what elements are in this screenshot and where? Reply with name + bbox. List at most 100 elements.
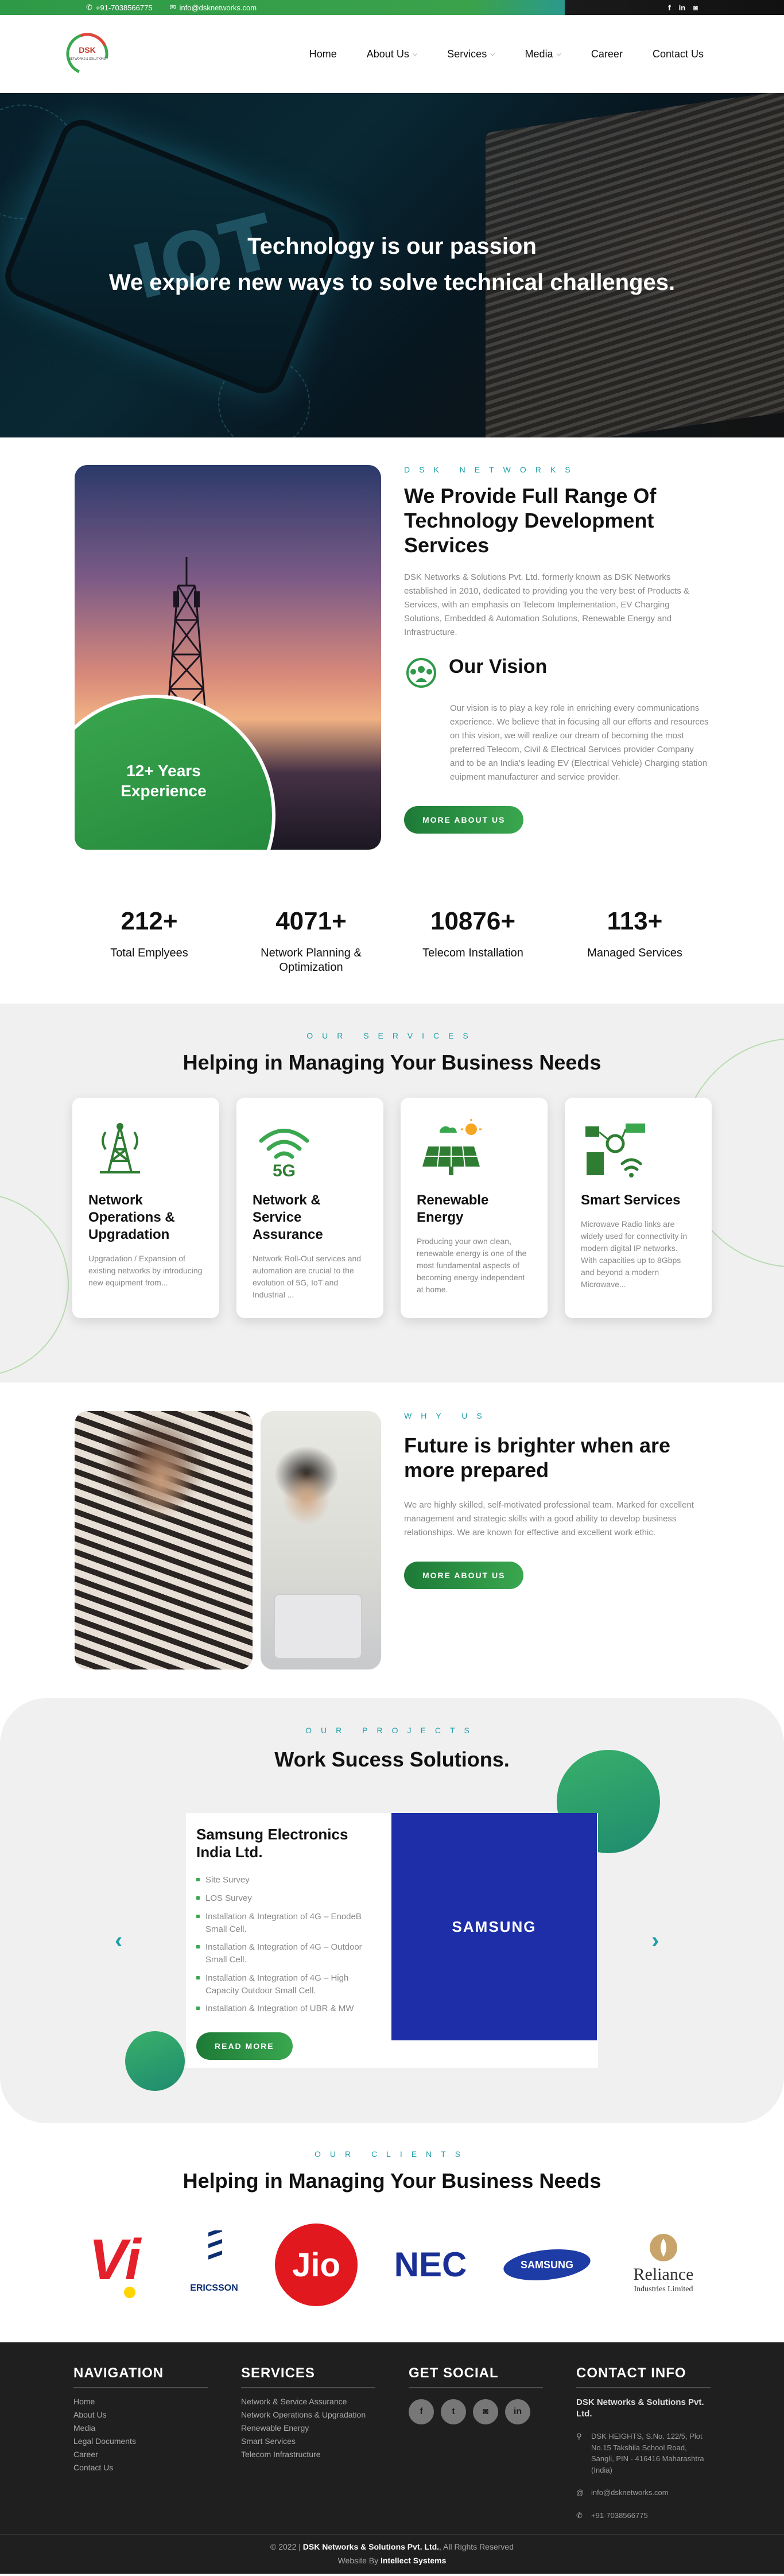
service-card[interactable]: Network Operations & Upgradation Upgrada… (72, 1098, 219, 1318)
stat-employees: 212+ Total Emplyees (80, 907, 218, 975)
footer-copyright: © 2022 | DSK Networks & Solutions Pvt. L… (0, 2534, 784, 2568)
website-by-company[interactable]: Intellect Systems (381, 2556, 446, 2565)
service-card[interactable]: 5G Network & Service Assurance Network R… (236, 1098, 383, 1318)
why-us-text: We are highly skilled, self-motivated pr… (404, 1500, 694, 1538)
svg-text:5G: 5G (273, 1161, 296, 1180)
project-list: Site Survey LOS Survey Installation & In… (196, 1874, 382, 2015)
svg-text:Industries Limited: Industries Limited (634, 2285, 693, 2294)
stat-number: 4071+ (275, 907, 347, 935)
footer-link-legal[interactable]: Legal Documents (73, 2436, 208, 2446)
footer-contact-title: CONTACT INFO (576, 2365, 711, 2388)
instagram-icon[interactable]: ◙ (693, 3, 698, 12)
nav-about-us[interactable]: About Us ⌵ (367, 48, 417, 60)
experience-badge-text: 12+ Years Experience (121, 762, 207, 800)
nav-media-label: Media (525, 48, 553, 60)
more-about-us-button[interactable]: MORE ABOUT US (404, 805, 524, 834)
nav-media[interactable]: Media ⌵ (525, 48, 561, 60)
nav-home[interactable]: Home (309, 48, 337, 60)
vision-team-icon (406, 657, 436, 688)
why-us-title: Future is brighter when are more prepare… (404, 1434, 671, 1482)
vision-title: Our Vision (449, 655, 548, 677)
nav-contact-us[interactable]: Contact Us (653, 48, 704, 60)
svg-text:ERICSSON: ERICSSON (190, 2283, 238, 2293)
why-us-photo-woman (75, 1411, 253, 1669)
main-nav: Home About Us ⌵ Services ⌵ Media ⌵ Career C… (309, 48, 704, 60)
carousel-next-button[interactable]: › (651, 1928, 659, 1954)
why-more-about-us-button[interactable]: MORE ABOUT US (404, 1562, 524, 1590)
footer-link-media[interactable]: Media (73, 2423, 208, 2432)
svg-text:Jio: Jio (292, 2246, 340, 2284)
footer-service-link[interactable]: Smart Services (241, 2436, 375, 2446)
service-icon-wrap (88, 1115, 203, 1184)
services-section: OUR SERVICES Helping in Managing Your Bu… (0, 1004, 784, 1382)
service-icon-wrap (581, 1115, 696, 1184)
footer-service-link[interactable]: Renewable Energy (241, 2423, 375, 2432)
hero-headline: Technology is our passion (247, 234, 537, 259)
facebook-icon[interactable]: f (409, 2399, 434, 2424)
top-email-text: info@dsknetworks.com (179, 3, 257, 12)
top-phone[interactable]: ✆ +91-7038566775 (86, 3, 153, 12)
about-text: DSK Networks & Solutions Pvt. Ltd. forme… (404, 572, 689, 637)
why-us-content: WHY US Future is brighter when are more … (404, 1411, 709, 1669)
footer-phone[interactable]: ✆ +91-7038566775 (576, 2510, 711, 2521)
footer-link-about[interactable]: About Us (73, 2410, 208, 2419)
services-eyebrow: OUR SERVICES (306, 1031, 478, 1040)
client-logo-samsung: SAMSUNG (501, 2242, 593, 2288)
stat-managed-services: 113+ Managed Services (566, 907, 704, 975)
nav-contact-label: Contact Us (652, 48, 704, 60)
service-card[interactable]: Renewable Energy Producing your own clea… (401, 1098, 548, 1318)
footer-nav: NAVIGATION Home About Us Media Legal Doc… (73, 2365, 208, 2521)
footer-columns: NAVIGATION Home About Us Media Legal Doc… (73, 2365, 711, 2521)
stat-telecom-installation: 10876+ Telecom Installation (404, 907, 542, 975)
footer-link-contact[interactable]: Contact Us (73, 2463, 208, 2472)
instagram-icon[interactable]: ◙ (473, 2399, 498, 2424)
service-text: Producing your own clean, renewable ener… (417, 1237, 527, 1294)
website-by-label: Website By (337, 2556, 379, 2566)
about-image: 12+ Years Experience (75, 465, 381, 850)
copyright-prefix: © 2022 | (270, 2542, 301, 2552)
footer-service-link[interactable]: Network Operations & Upgradation (241, 2410, 375, 2419)
footer-social-title: GET SOCIAL (409, 2365, 543, 2388)
copyright-company[interactable]: DSK Networks & Solutions Pvt. Ltd. (303, 2542, 439, 2551)
service-title: Smart Services (581, 1192, 681, 1208)
smart-city-icon (585, 1124, 645, 1177)
mail-icon: ✉ (169, 3, 176, 11)
logo-subtext: NETWORKS & SOLUTIONS (69, 57, 106, 61)
clients-title: Helping in Managing Your Business Needs (183, 2169, 601, 2192)
footer-nav-title: NAVIGATION (73, 2365, 208, 2388)
why-us-eyebrow: WHY US (404, 1411, 491, 1420)
stat-label: Managed Services (587, 947, 682, 959)
read-more-button[interactable]: READ MORE (196, 2032, 293, 2060)
service-card[interactable]: Smart Services Microwave Radio links are… (565, 1098, 712, 1318)
footer-link-home[interactable]: Home (73, 2397, 208, 2406)
why-us-photo-man (261, 1411, 381, 1669)
carousel-prev-button[interactable]: ‹ (115, 1928, 122, 1954)
footer-contact: CONTACT INFO DSK Networks & Solutions Pv… (576, 2365, 711, 2521)
footer-link-career[interactable]: Career (73, 2450, 208, 2459)
linkedin-icon[interactable]: in (679, 3, 686, 12)
facebook-icon[interactable]: f (668, 3, 670, 12)
about-section: 12+ Years Experience DSK NETWORKS We Pro… (0, 437, 784, 884)
chevron-down-icon: ⌵ (412, 50, 418, 57)
top-social: f in ◙ (668, 3, 698, 12)
hero-text: Technology is our passion We explore new… (0, 234, 784, 296)
services-cards: Network Operations & Upgradation Upgrada… (0, 1098, 784, 1318)
stat-label: Telecom Installation (422, 947, 523, 959)
nav-career[interactable]: Career (591, 48, 623, 60)
wifi-5g-icon: 5G (259, 1129, 309, 1180)
project-card: Samsung Electronics India Ltd. Site Surv… (186, 1813, 598, 2068)
footer-service-link[interactable]: Telecom Infrastructure (241, 2450, 375, 2459)
logo-text: DSK (79, 45, 96, 55)
project-list-item: Installation & Integration of 4G – Enode… (196, 1911, 382, 1936)
service-text: Network Roll-Out services and automation… (253, 1254, 362, 1299)
clients-section: OUR CLIENTS Helping in Managing Your Bus… (0, 2123, 784, 2342)
clients-eyebrow: OUR CLIENTS (314, 2149, 470, 2159)
top-phone-text: +91-7038566775 (95, 3, 153, 12)
site-logo[interactable]: DSK NETWORKS & SOLUTIONS (63, 30, 111, 78)
top-email[interactable]: ✉ info@dsknetworks.com (170, 3, 257, 12)
nav-services[interactable]: Services ⌵ (447, 48, 495, 60)
linkedin-icon[interactable]: in (505, 2399, 530, 2424)
footer-service-link[interactable]: Network & Service Assurance (241, 2397, 375, 2406)
footer-email[interactable]: @ info@dsknetworks.com (576, 2487, 711, 2498)
twitter-icon[interactable]: t (441, 2399, 466, 2424)
